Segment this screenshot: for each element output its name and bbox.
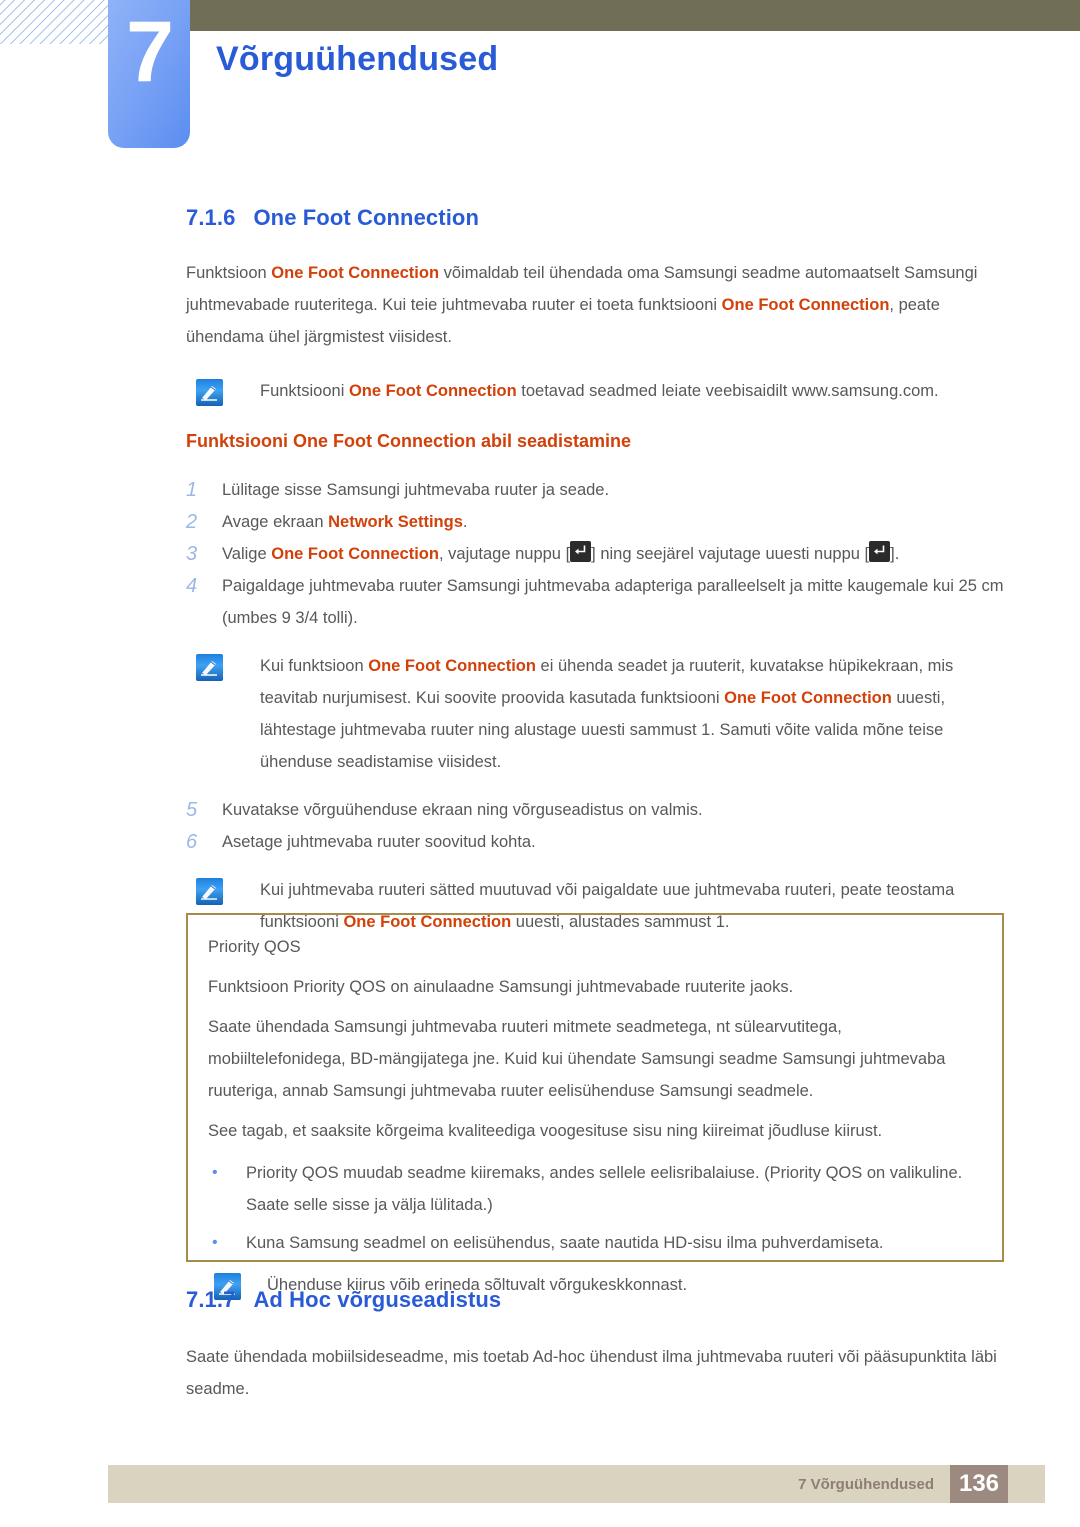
qos-bullet-1-text: Priority QOS muudab seadme kiiremaks, an… <box>246 1164 963 1214</box>
step-3: 3 Valige One Foot Connection, vajutage n… <box>186 538 1004 570</box>
step-5: 5 Kuvatakse võrguühenduse ekraan ning võ… <box>186 794 1004 826</box>
header-olive-bar <box>190 0 1080 31</box>
note-1-a: Funktsiooni <box>260 382 349 400</box>
note-1-highlight: One Foot Connection <box>348 382 517 400</box>
step-6: 6 Asetage juhtmevaba ruuter soovitud koh… <box>186 826 1004 858</box>
section-heading-717: 7.1.7 Ad Hoc võrguseadistus <box>186 1287 1004 1313</box>
step-2-text: Avage ekraan Network Settings. <box>222 506 1004 538</box>
qos-paragraph-1: Funktsioon Priority QOS on ainulaadne Sa… <box>208 978 794 996</box>
note-pen-icon <box>196 654 223 681</box>
note-box-2: Kui funktsioon One Foot Connection ei üh… <box>186 650 1004 778</box>
bullet-dot-icon: • <box>212 1164 218 1181</box>
chapter-title: Võrguühendused <box>216 40 499 78</box>
note-2-highlight-2: One Foot Connection <box>724 689 892 707</box>
step-3-highlight: One Foot Connection <box>271 545 439 563</box>
step-2-b: . <box>462 513 468 531</box>
section-heading-716: 7.1.6 One Foot Connection <box>186 205 1004 231</box>
step-1: 1 Lülitage sisse Samsungi juhtmevaba ruu… <box>186 474 1004 506</box>
enter-key-icon <box>570 541 592 562</box>
step-5-text: Kuvatakse võrguühenduse ekraan ning võrg… <box>222 801 703 819</box>
step-4-number: 4 <box>186 575 198 597</box>
step-3-b: , vajutage nuppu [ <box>438 545 571 563</box>
note-pen-icon <box>196 379 223 406</box>
step-2-a: Avage ekraan <box>222 513 329 531</box>
sub-heading-setup: Funktsiooni One Foot Connection abil sea… <box>186 431 632 451</box>
decorative-hatch-pattern <box>0 0 110 44</box>
qos-paragraph-2: Saate ühendada Samsungi juhtmevaba ruute… <box>208 1018 946 1100</box>
step-6-text: Asetage juhtmevaba ruuter soovitud kohta… <box>222 833 536 851</box>
section-title-717: Ad Hoc võrguseadistus <box>253 1287 502 1312</box>
intro-paragraph: Funktsioon One Foot Connection võimaldab… <box>186 257 1004 353</box>
qos-bullet-1: • Priority QOS muudab seadme kiiremaks, … <box>208 1157 982 1221</box>
step-6-number: 6 <box>186 831 198 853</box>
section-number-717: 7.1.7 <box>186 1287 236 1312</box>
section-717-paragraph: Saate ühendada mobiilsideseadme, mis toe… <box>186 1348 997 1398</box>
step-1-number: 1 <box>186 479 198 501</box>
step-3-number: 3 <box>186 543 198 565</box>
footer-chapter-label: 7 Võrguühendused <box>798 1475 934 1493</box>
chapter-number: 7 <box>126 4 174 100</box>
step-4: 4 Paigaldage juhtmevaba ruuter Samsungi … <box>186 570 1004 634</box>
step-5-number: 5 <box>186 799 198 821</box>
intro-text-a: Funktsioon <box>186 264 272 282</box>
note-box-1: Funktsiooni One Foot Connection toetavad… <box>186 375 1004 407</box>
qos-bullet-2: • Kuna Samsung seadmel on eelisühendus, … <box>208 1227 982 1259</box>
note-1-text: Funktsiooni One Foot Connection toetavad… <box>223 375 939 407</box>
section-title-716: One Foot Connection <box>253 205 479 230</box>
bullet-dot-icon-2: • <box>212 1234 218 1251</box>
step-2: 2 Avage ekraan Network Settings. <box>186 506 1004 538</box>
note-2-text: Kui funktsioon One Foot Connection ei üh… <box>223 650 1004 778</box>
note-1-b: toetavad seadmed leiate veebisaidilt www… <box>516 382 939 400</box>
note-2-a: Kui funktsioon <box>260 657 369 675</box>
note-2-highlight-1: One Foot Connection <box>368 657 536 675</box>
step-3-a: Valige <box>222 545 272 563</box>
qos-bullet-2-text: Kuna Samsung seadmel on eelisühendus, sa… <box>246 1234 884 1252</box>
step-4-text: Paigaldage juhtmevaba ruuter Samsungi ju… <box>222 577 1004 627</box>
enter-key-icon-2 <box>869 541 891 562</box>
step-3-d: ]. <box>890 545 900 563</box>
step-2-number: 2 <box>186 511 198 533</box>
page-content: 7.1.6 One Foot Connection Funktsioon One … <box>186 205 1004 938</box>
chapter-tab: 7 <box>108 0 190 148</box>
section-717-block: 7.1.7 Ad Hoc võrguseadistus Saate ühendad… <box>186 1287 1004 1405</box>
qos-title: Priority QOS <box>208 938 301 956</box>
footer-page-number: 136 <box>950 1465 1008 1503</box>
step-2-highlight: Network Settings <box>328 513 463 531</box>
page-footer: 7 Võrguühendused 136 <box>108 1465 1045 1503</box>
step-1-text: Lülitage sisse Samsungi juhtmevaba ruute… <box>222 481 610 499</box>
qos-paragraph-3: See tagab, et saaksite kõrgeima kvalitee… <box>208 1122 883 1140</box>
section-number-716: 7.1.6 <box>186 205 236 230</box>
intro-highlight-1: One Foot Connection <box>271 264 440 282</box>
page-header: 7 Võrguühendused <box>0 0 1080 160</box>
intro-highlight-2: One Foot Connection <box>721 296 890 314</box>
priority-qos-box: Priority QOS Funktsioon Priority QOS on … <box>186 913 1004 1300</box>
note-pen-icon <box>196 878 223 905</box>
step-3-text: Valige One Foot Connection, vajutage nup… <box>222 538 1004 570</box>
step-3-c: ] ning seejärel vajutage uuesti nuppu [ <box>591 545 870 563</box>
